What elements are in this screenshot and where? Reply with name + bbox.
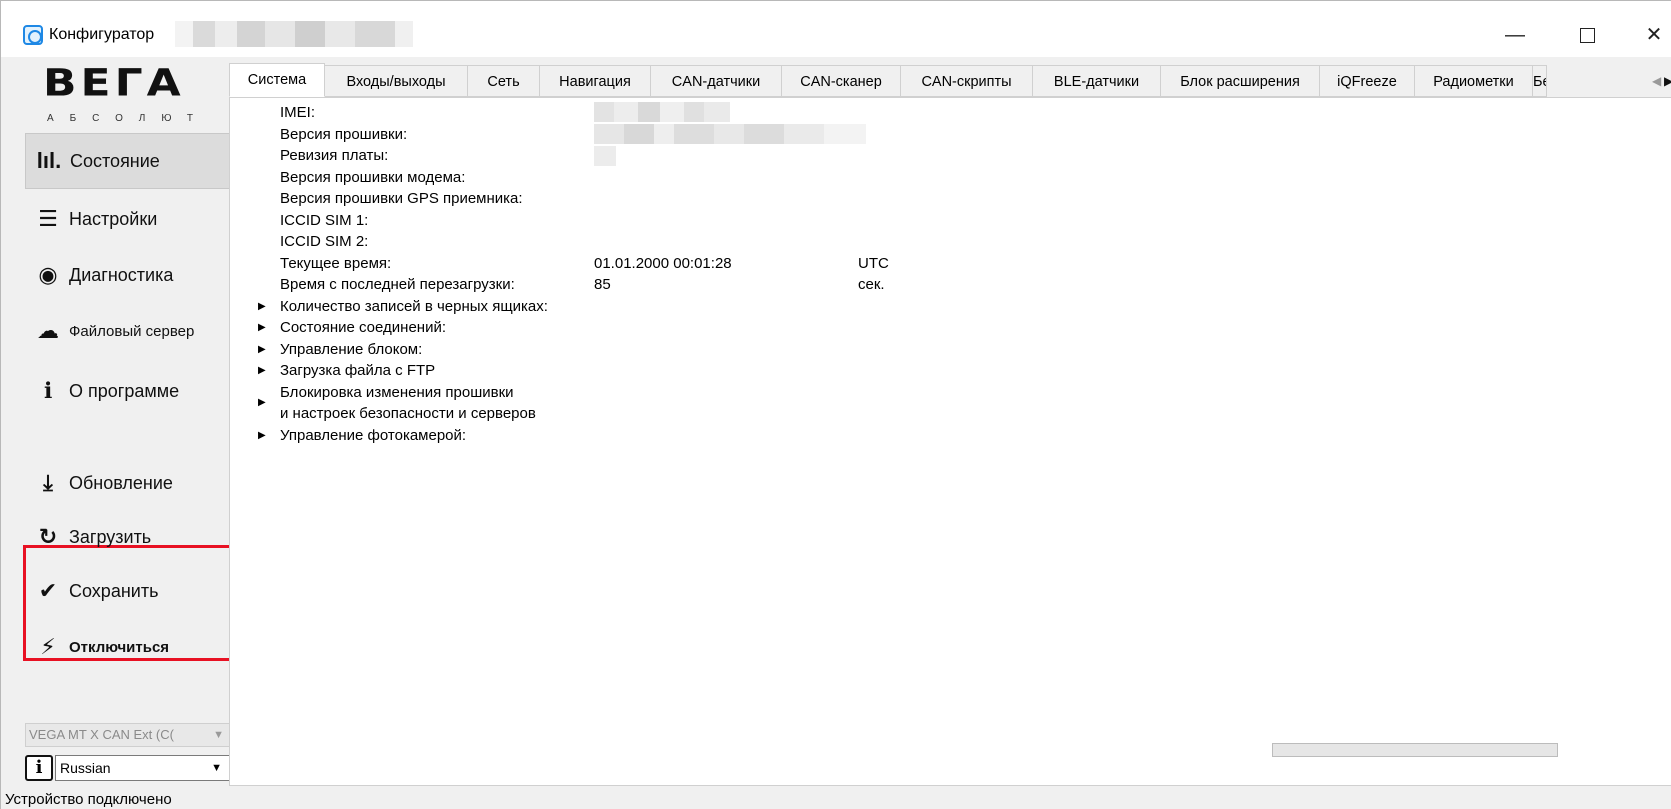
expand-arrow-icon[interactable]: ▶ — [258, 317, 266, 339]
field-label-uptime: Время с последней перезагрузки: — [280, 276, 515, 293]
save-button-label: Сохранить — [69, 580, 159, 601]
tab-inputs-outputs[interactable]: Входы/выходы — [325, 65, 468, 97]
current-time-unit: UTC — [858, 254, 889, 272]
main-panel: Система Входы/выходы Сеть Навигация CAN-… — [229, 57, 1671, 786]
download-icon: ⤓ — [43, 470, 53, 495]
sidebar: ВЕГА АБСОЛЮТ lıl. Состояние ☰ Настройки … — [1, 57, 241, 809]
field-label-gps-firmware: Версия прошивки GPS приемника: — [280, 190, 523, 207]
sidebar-item-label: Файловый сервер — [69, 322, 195, 340]
sidebar-item-diagnostics[interactable]: ◉ Диагностика — [25, 247, 231, 303]
disconnect-button-label: Отключиться — [69, 638, 170, 656]
expand-arrow-icon[interactable]: ▶ — [258, 360, 266, 382]
sidebar-item-status[interactable]: lıl. Состояние — [25, 133, 231, 189]
reload-icon: ↻ — [38, 524, 58, 549]
field-label-current-time: Текущее время: — [280, 254, 392, 272]
expand-arrow-icon[interactable]: ▶ — [258, 296, 266, 318]
sidebar-item-label: О программе — [69, 380, 180, 401]
tab-navigation[interactable]: Навигация — [540, 65, 651, 97]
load-button[interactable]: ↻ Загрузить — [25, 509, 231, 565]
device-select-value: VEGA MT X CAN Ext (C( — [29, 727, 174, 742]
expand-arrow-icon[interactable]: ▶ — [258, 392, 266, 414]
minimize-button[interactable]: — — [1495, 21, 1535, 49]
maximize-icon — [1579, 28, 1595, 44]
tab-more[interactable]: Бе — [1533, 65, 1547, 97]
tab-expansion-unit[interactable]: Блок расширения — [1161, 65, 1320, 97]
field-label-firmware: Версия прошивки: — [280, 125, 408, 143]
progress-bar — [1272, 743, 1558, 757]
device-select[interactable]: VEGA MT X CAN Ext (C( ▼ — [25, 723, 231, 747]
redacted-title-suffix — [175, 21, 413, 47]
field-label-iccid-sim1: ICCID SIM 1: — [280, 211, 369, 229]
app-window: Конфигуратор — ✕ ВЕГА АБСОЛЮТ lıl. Состо… — [0, 0, 1671, 809]
brand-logo: ВЕГА — [43, 61, 185, 105]
tab-system[interactable]: Система — [229, 63, 325, 97]
group-firmware-lock[interactable]: Блокировка изменения прошивки — [280, 382, 514, 404]
sidebar-item-settings[interactable]: ☰ Настройки — [25, 191, 231, 247]
tab-scroll-control[interactable]: ◀ ▶ — [1648, 65, 1671, 97]
group-unit-control[interactable]: Управление блоком: — [280, 339, 422, 361]
close-button[interactable]: ✕ — [1634, 21, 1671, 49]
redacted-value — [594, 102, 730, 122]
window-title: Конфигуратор — [49, 26, 155, 43]
sidebar-item-file-server[interactable]: ☁ Файловый сервер — [25, 303, 231, 359]
connection-status: Устройство подключено — [5, 791, 172, 808]
sidebar-item-about[interactable]: ℹ О программе — [25, 363, 231, 419]
sidebar-item-label: Состояние — [70, 150, 160, 171]
sidebar-item-label: Обновление — [69, 472, 173, 493]
bar-chart-icon: lıl. — [36, 148, 62, 173]
sliders-icon: ☰ — [38, 206, 58, 231]
save-button[interactable]: ✔ Сохранить — [25, 563, 231, 619]
tab-iqfreeze[interactable]: iQFreeze — [1320, 65, 1415, 97]
uptime-value: 85 — [594, 276, 611, 293]
redacted-value — [594, 146, 616, 166]
tab-can-scripts[interactable]: CAN-скрипты — [901, 65, 1033, 97]
current-time-value: 01.01.2000 00:01:28 — [594, 254, 732, 272]
tab-ble-sensors[interactable]: BLE-датчики — [1033, 65, 1161, 97]
field-label-board-revision: Ревизия платы: — [280, 147, 389, 164]
expand-arrow-icon[interactable]: ▶ — [258, 425, 266, 447]
language-select[interactable]: Russian ▼ — [55, 755, 231, 781]
system-content: IMEI: Версия прошивки: Ревизия платы: Ве… — [229, 97, 1671, 786]
group-blackbox-records[interactable]: Количество записей в черных ящиках: — [280, 296, 548, 318]
info-icon: ℹ — [43, 378, 53, 403]
arrow-right-icon[interactable]: ▶ — [1664, 65, 1671, 97]
cloud-download-icon: ☁ — [37, 318, 59, 343]
tab-network[interactable]: Сеть — [468, 65, 540, 97]
brand-logo-subtitle: АБСОЛЮТ — [47, 113, 209, 124]
maximize-button[interactable] — [1567, 21, 1607, 49]
group-firmware-lock-line2[interactable]: и настроек безопасности и серверов — [280, 403, 536, 425]
tab-can-sensors[interactable]: CAN-датчики — [651, 65, 782, 97]
sidebar-item-update[interactable]: ⤓ Обновление — [25, 455, 231, 511]
uptime-unit: сек. — [858, 276, 885, 293]
expand-arrow-icon[interactable]: ▶ — [258, 339, 266, 361]
tab-radio-tags[interactable]: Радиометки — [1415, 65, 1533, 97]
title-bar: Конфигуратор — ✕ — [1, 1, 1671, 57]
tab-bar: Система Входы/выходы Сеть Навигация CAN-… — [229, 63, 1671, 97]
sidebar-item-label: Настройки — [69, 208, 158, 229]
checkmark-icon: ✔ — [38, 578, 58, 603]
group-connection-state[interactable]: Состояние соединений: — [280, 317, 446, 339]
app-logo-icon — [23, 25, 43, 45]
language-select-value: Russian — [60, 760, 111, 776]
group-ftp-download[interactable]: Загрузка файла с FTP — [280, 360, 435, 382]
field-label-imei: IMEI: — [280, 104, 316, 121]
chevron-down-icon: ▼ — [211, 762, 222, 774]
redacted-value — [594, 124, 866, 144]
disconnect-button[interactable]: ⚡ Отключиться — [25, 619, 231, 675]
eye-icon: ◉ — [38, 262, 58, 287]
sidebar-item-label: Диагностика — [69, 264, 174, 285]
field-label-iccid-sim2: ICCID SIM 2: — [280, 233, 369, 250]
tab-can-scanner[interactable]: CAN-сканер — [782, 65, 901, 97]
field-label-modem-firmware: Версия прошивки модема: — [280, 168, 466, 186]
info-button[interactable]: i — [25, 755, 53, 781]
arrow-left-icon[interactable]: ◀ — [1652, 65, 1661, 97]
plug-icon: ⚡ — [40, 634, 56, 659]
group-camera-control[interactable]: Управление фотокамерой: — [280, 425, 466, 447]
chevron-down-icon: ▼ — [213, 729, 224, 741]
load-button-label: Загрузить — [69, 526, 152, 547]
